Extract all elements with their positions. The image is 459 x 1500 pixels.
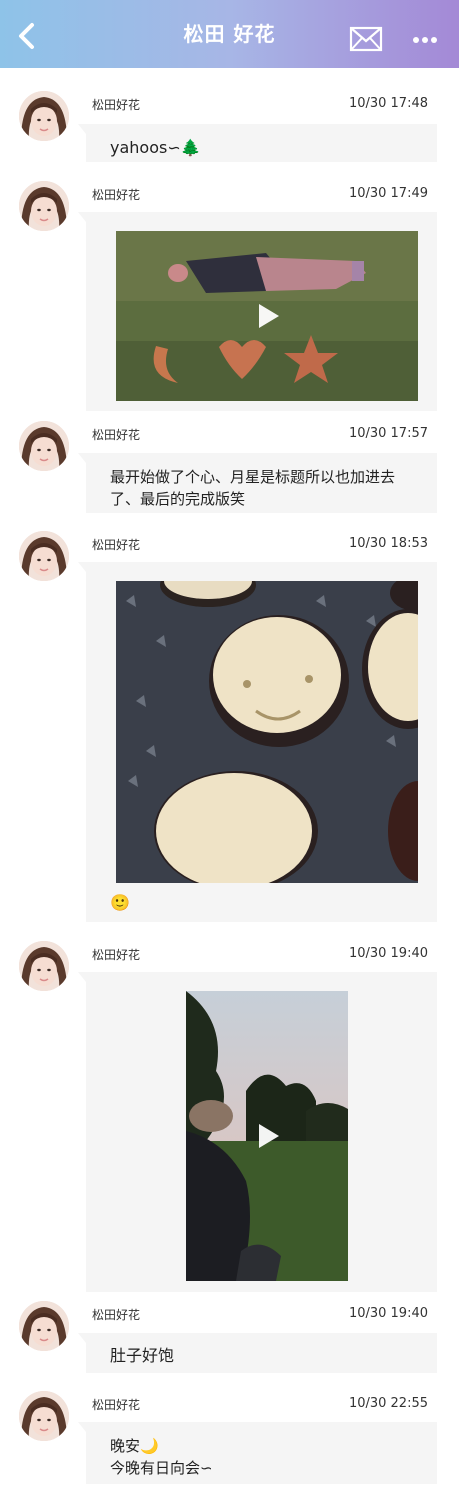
sender-name: 松田好花 (92, 188, 141, 202)
message-item: 松田好花 10/30 22:55 晚安🌙 今晚有日向会∽ (0, 1391, 459, 1491)
play-icon[interactable] (250, 1119, 284, 1153)
sender-name: 松田好花 (92, 1308, 141, 1322)
message-item: 松田好花 10/30 17:48 yahoos∽🌲 (0, 91, 459, 163)
message-item: 松田好花 10/30 18:53 🙂 (0, 531, 459, 925)
message-time: 10/30 17:57 (348, 426, 428, 441)
message-bubble (78, 212, 437, 411)
message-bubble (78, 972, 437, 1292)
message-caption: 🙂 (110, 893, 130, 912)
message-time: 10/30 22:55 (348, 1396, 428, 1411)
message-text-line: 今晚有日向会∽ (110, 1459, 213, 1477)
message-time: 10/30 19:40 (348, 1306, 428, 1321)
message-item: 松田好花 10/30 19:40 (0, 941, 459, 1293)
sender-name: 松田好花 (92, 948, 141, 962)
message-text: 最开始做了个心、月星是标题所以也加进去 了、最后的完成版笑 (86, 453, 437, 510)
message-text: 晚安🌙 今晚有日向会∽ (86, 1422, 437, 1479)
avatar[interactable] (19, 421, 69, 471)
page-title: 松田 好花 (183, 22, 276, 46)
message-text-line: 最开始做了个心、月星是标题所以也加进去 (110, 468, 396, 486)
message-time: 10/30 17:48 (348, 96, 428, 111)
message-text-line: 了、最后的完成版笑 (110, 490, 246, 508)
message-time: 10/30 17:49 (348, 186, 428, 201)
avatar[interactable] (19, 181, 69, 231)
message-bubble: 晚安🌙 今晚有日向会∽ (78, 1422, 437, 1484)
envelope-icon[interactable] (349, 26, 383, 52)
message-bubble: yahoos∽🌲 (78, 124, 437, 162)
app-header: 松田 好花 (0, 0, 459, 68)
sender-name: 松田好花 (92, 538, 141, 552)
message-text: 肚子好饱 (110, 1346, 175, 1365)
sender-name: 松田好花 (92, 98, 141, 112)
sender-name: 松田好花 (92, 1398, 141, 1412)
message-item: 松田好花 10/30 17:49 (0, 181, 459, 413)
avatar[interactable] (19, 1301, 69, 1351)
avatar[interactable] (19, 91, 69, 141)
message-time: 10/30 18:53 (348, 536, 428, 551)
ellipsis-icon[interactable] (410, 30, 440, 50)
message-item: 松田好花 10/30 17:57 最开始做了个心、月星是标题所以也加进去 了、最… (0, 421, 459, 515)
message-text-line: 晚安🌙 (110, 1437, 159, 1455)
video-thumbnail[interactable] (186, 991, 348, 1281)
avatar[interactable] (19, 531, 69, 581)
message-bubble: 肚子好饱 (78, 1333, 437, 1373)
sender-name: 松田好花 (92, 428, 141, 442)
photo-thumbnail[interactable] (116, 581, 418, 883)
message-time: 10/30 19:40 (348, 946, 428, 961)
message-item: 松田好花 10/30 19:40 肚子好饱 (0, 1301, 459, 1375)
play-icon[interactable] (250, 299, 284, 333)
video-thumbnail[interactable] (116, 231, 418, 401)
message-bubble: 🙂 (78, 562, 437, 922)
avatar[interactable] (19, 941, 69, 991)
message-bubble: 最开始做了个心、月星是标题所以也加进去 了、最后的完成版笑 (78, 453, 437, 513)
avatar[interactable] (19, 1391, 69, 1441)
message-text: yahoos∽🌲 (110, 138, 201, 157)
